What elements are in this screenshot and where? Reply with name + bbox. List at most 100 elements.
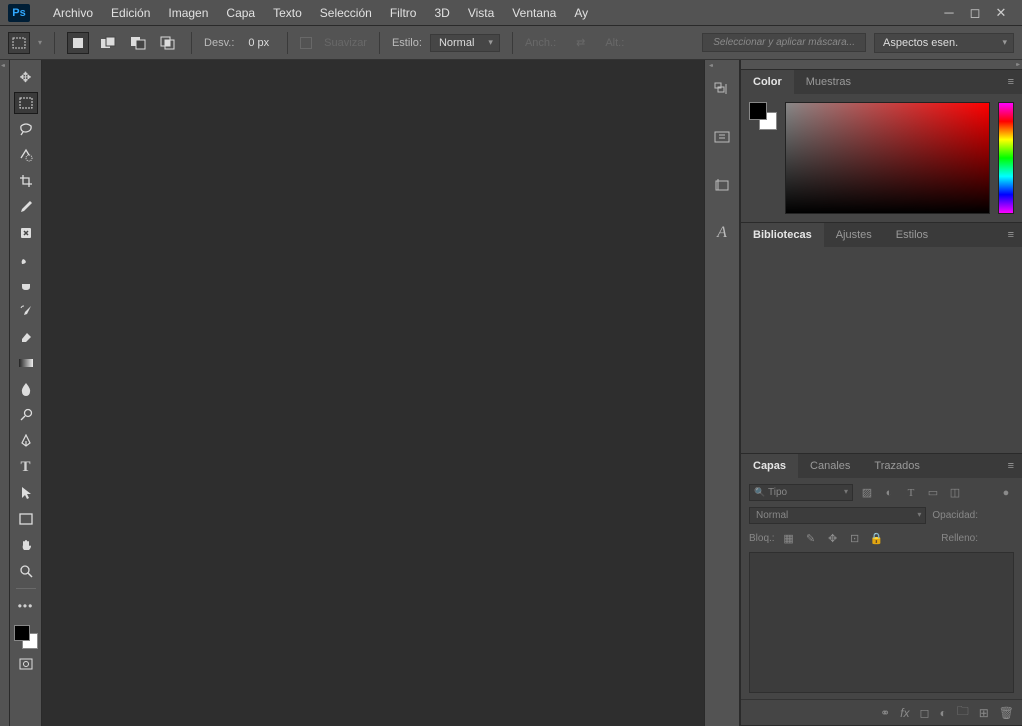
panels-dock: Color Muestras ≡ Bibliotecas Ajustes Est… <box>740 60 1022 726</box>
selection-new-icon[interactable] <box>67 32 89 54</box>
eyedropper-tool[interactable] <box>14 196 38 218</box>
libraries-panel-menu-icon[interactable]: ≡ <box>1000 223 1022 247</box>
color-hue-slider[interactable] <box>998 102 1014 214</box>
tab-trazados[interactable]: Trazados <box>862 454 931 478</box>
canvas-area[interactable] <box>42 60 704 726</box>
tab-bibliotecas[interactable]: Bibliotecas <box>741 223 824 247</box>
height-label: Alt.: <box>605 37 624 49</box>
move-tool[interactable]: ✥ <box>14 66 38 88</box>
edit-toolbar-icon[interactable]: ••• <box>14 595 38 617</box>
menu-capa[interactable]: Capa <box>217 0 264 26</box>
history-panel-icon[interactable] <box>710 78 734 100</box>
filter-image-icon[interactable]: ▨ <box>859 485 875 501</box>
feather-value[interactable]: 0 px <box>242 37 275 49</box>
layer-style-icon[interactable]: fx <box>900 706 909 720</box>
quick-select-tool[interactable] <box>14 144 38 166</box>
group-icon[interactable]: 🗀 <box>957 702 969 723</box>
brush-tool[interactable] <box>14 248 38 270</box>
clone-stamp-tool[interactable] <box>14 274 38 296</box>
menu-filtro[interactable]: Filtro <box>381 0 426 26</box>
link-layers-icon[interactable]: ⚭ <box>880 706 890 720</box>
menu-texto[interactable]: Texto <box>264 0 311 26</box>
selection-intersect-icon[interactable] <box>157 32 179 54</box>
select-and-mask-button[interactable]: Seleccionar y aplicar máscara... <box>702 33 866 52</box>
layers-panel-menu-icon[interactable]: ≡ <box>1000 454 1022 478</box>
type-tool[interactable]: T <box>14 456 38 478</box>
color-saturation-field[interactable] <box>785 102 990 214</box>
hand-tool[interactable] <box>14 534 38 556</box>
style-select[interactable]: Normal <box>430 34 500 52</box>
filter-shape-icon[interactable]: ▭ <box>925 485 941 501</box>
blend-mode-select[interactable]: Normal <box>749 507 926 524</box>
crop-tool[interactable] <box>14 170 38 192</box>
menubar: Ps Archivo Edición Imagen Capa Texto Sel… <box>0 0 1022 26</box>
menu-3d[interactable]: 3D <box>425 0 458 26</box>
lock-pixels-icon[interactable]: ▦ <box>781 530 797 546</box>
app-logo: Ps <box>8 4 30 22</box>
filter-type-icon[interactable]: T <box>903 485 919 501</box>
color-fgbg-swatch[interactable] <box>749 102 777 130</box>
selection-subtract-icon[interactable] <box>127 32 149 54</box>
selection-add-icon[interactable] <box>97 32 119 54</box>
tab-capas[interactable]: Capas <box>741 454 798 478</box>
menu-vista[interactable]: Vista <box>459 0 503 26</box>
dodge-tool[interactable] <box>14 404 38 426</box>
current-tool-marquee-icon[interactable] <box>8 32 30 54</box>
filter-adjust-icon[interactable]: ◐ <box>881 485 897 501</box>
menu-ventana[interactable]: Ventana <box>503 0 565 26</box>
properties-panel-icon[interactable] <box>710 126 734 148</box>
tab-canales[interactable]: Canales <box>798 454 862 478</box>
rectangle-shape-tool[interactable] <box>14 508 38 530</box>
lock-artboard-icon[interactable]: ⊡ <box>847 530 863 546</box>
menu-archivo[interactable]: Archivo <box>44 0 102 26</box>
menu-edicion[interactable]: Edición <box>102 0 159 26</box>
quickmask-toggle[interactable] <box>14 653 38 675</box>
width-label: Anch.: <box>525 37 556 49</box>
tab-muestras[interactable]: Muestras <box>794 70 863 94</box>
blur-tool[interactable] <box>14 378 38 400</box>
lasso-tool[interactable] <box>14 118 38 140</box>
character-panel-icon[interactable]: A <box>710 222 734 244</box>
maximize-button[interactable]: ◻ <box>962 3 988 23</box>
layers-list[interactable] <box>749 552 1014 693</box>
eraser-tool[interactable] <box>14 326 38 348</box>
menu-imagen[interactable]: Imagen <box>159 0 217 26</box>
layer-mask-icon[interactable]: ◻ <box>919 706 929 720</box>
options-bar: ▾ Desv.: 0 px Suavizar Estilo: Normal An… <box>0 26 1022 60</box>
gradient-tool[interactable] <box>14 352 38 374</box>
tab-estilos[interactable]: Estilos <box>884 223 940 247</box>
filter-toggle-icon[interactable]: ● <box>998 485 1014 501</box>
adjustment-layer-icon[interactable]: ◐ <box>939 706 946 720</box>
menu-seleccion[interactable]: Selección <box>311 0 381 26</box>
close-button[interactable]: ✕ <box>988 3 1014 23</box>
lock-paint-icon[interactable]: ✎ <box>803 530 819 546</box>
delete-layer-icon[interactable]: 🗑 <box>999 706 1014 720</box>
antialias-checkbox <box>300 37 312 49</box>
color-panel-menu-icon[interactable]: ≡ <box>1000 70 1022 94</box>
workspace-select[interactable]: Aspectos esen. <box>874 33 1014 53</box>
layer-filter-select[interactable]: Tipo <box>749 484 853 501</box>
foreground-background-colors[interactable] <box>14 625 38 649</box>
pen-tool[interactable] <box>14 430 38 452</box>
lock-position-icon[interactable]: ✥ <box>825 530 841 546</box>
marquee-tool[interactable] <box>14 92 38 114</box>
filter-smart-icon[interactable]: ◫ <box>947 485 963 501</box>
minimize-button[interactable]: ─ <box>936 3 962 23</box>
menu-ayuda[interactable]: Ay <box>565 0 597 26</box>
history-brush-tool[interactable] <box>14 300 38 322</box>
layers-panel: Capas Canales Trazados ≡ Tipo ▨ ◐ T ▭ ◫ … <box>741 454 1022 726</box>
tab-color[interactable]: Color <box>741 70 794 94</box>
style-label: Estilo: <box>392 37 422 49</box>
panel-collapse-handle[interactable] <box>741 60 1022 70</box>
new-layer-icon[interactable]: ⊞ <box>979 706 989 720</box>
brush-panel-icon[interactable] <box>710 174 734 196</box>
toolbox: ✥ T ••• <box>10 60 42 726</box>
antialias-label: Suavizar <box>324 37 367 49</box>
zoom-tool[interactable] <box>14 560 38 582</box>
tab-ajustes[interactable]: Ajustes <box>824 223 884 247</box>
libraries-body <box>741 247 1022 453</box>
lock-all-icon[interactable]: 🔒 <box>869 530 885 546</box>
path-select-tool[interactable] <box>14 482 38 504</box>
healing-brush-tool[interactable] <box>14 222 38 244</box>
toolbox-handle[interactable] <box>0 60 10 726</box>
